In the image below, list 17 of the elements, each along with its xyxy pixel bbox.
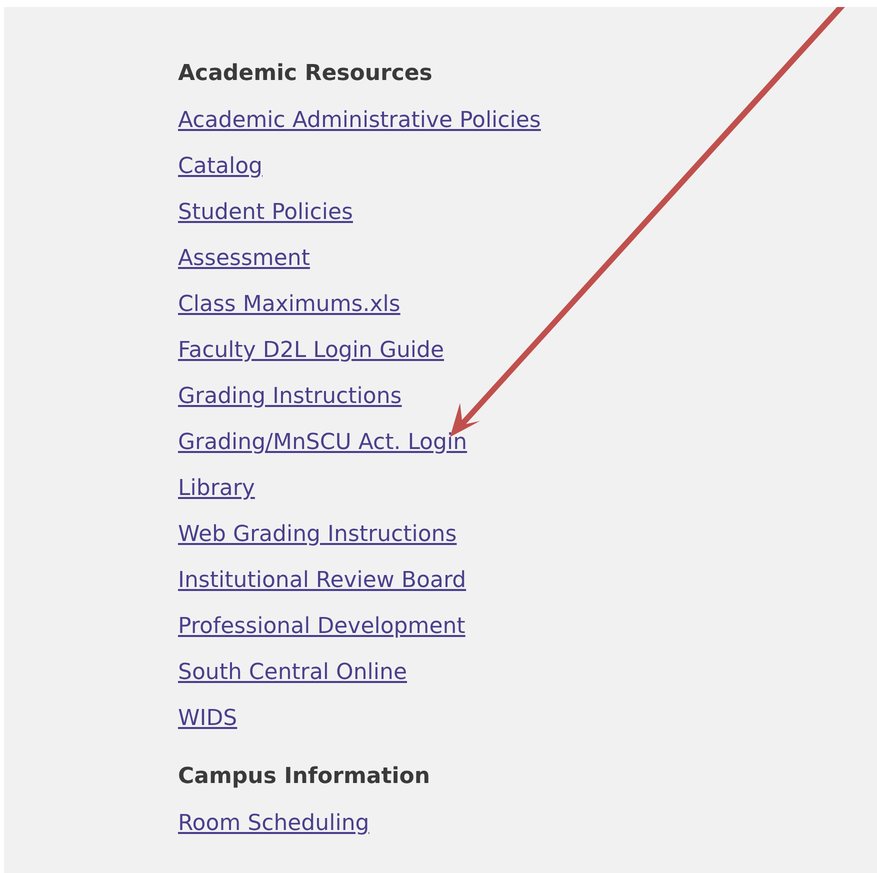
resource-link[interactable]: Room Scheduling <box>178 808 370 839</box>
section-heading: Academic Resources <box>178 61 432 86</box>
resource-link[interactable]: Student Policies <box>178 197 353 228</box>
resource-link[interactable]: Catalog <box>178 151 262 182</box>
resource-link[interactable]: Faculty D2L Login Guide <box>178 335 444 366</box>
resource-link[interactable]: Class Maximums.xls <box>178 289 400 320</box>
resource-link[interactable]: Assessment <box>178 243 310 274</box>
resource-link[interactable]: Institutional Review Board <box>178 565 466 596</box>
resource-link[interactable]: WIDS <box>178 703 238 734</box>
resource-link[interactable]: Academic Administrative Policies <box>178 105 541 136</box>
section-heading: Campus Information <box>178 764 430 789</box>
resource-link[interactable]: Grading Instructions <box>178 381 402 412</box>
resource-link[interactable]: Library <box>178 473 255 504</box>
resource-link[interactable]: Professional Development <box>178 611 466 642</box>
resource-link[interactable]: South Central Online <box>178 657 407 688</box>
resource-link[interactable]: Grading/MnSCU Act. Login <box>178 427 468 458</box>
resource-link[interactable]: Web Grading Instructions <box>178 519 457 550</box>
